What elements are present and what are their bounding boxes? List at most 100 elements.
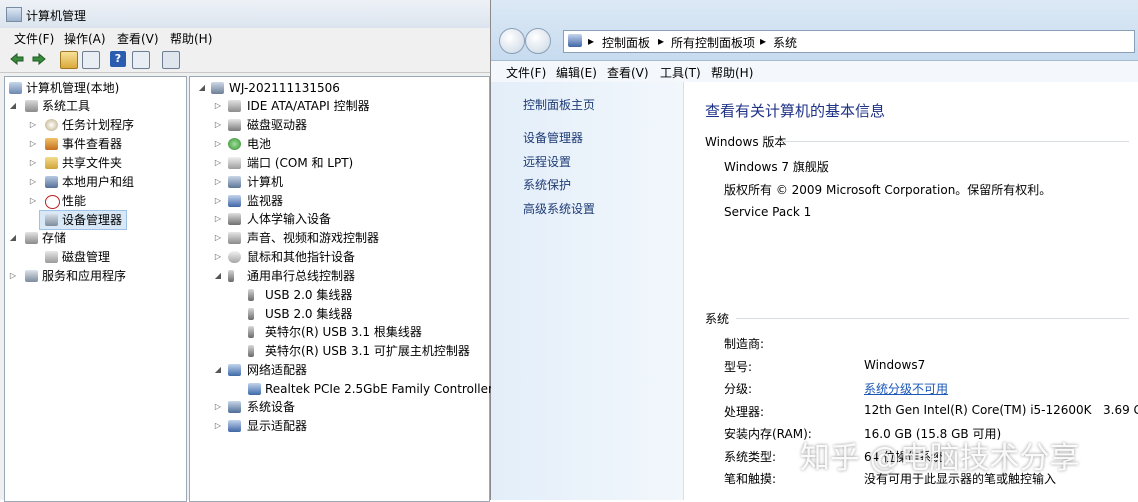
- expand-arrow-icon[interactable]: ▷: [214, 210, 222, 228]
- back-arrow-icon[interactable]: [9, 51, 25, 67]
- console-tree: 计算机管理(本地) ◢ 系统工具 ▷ 任务计划程序 ▷ 事件查看器 ▷ 共享文件…: [4, 76, 187, 502]
- toolbar: ?: [0, 47, 490, 73]
- breadcrumb-control-panel[interactable]: 控制面板: [602, 34, 650, 51]
- tree-item-computer-management[interactable]: 计算机管理(本地): [5, 79, 183, 97]
- label-system-type: 系统类型:: [724, 450, 777, 464]
- computer-icon: [228, 176, 241, 188]
- expand-arrow-icon[interactable]: ▷: [214, 417, 222, 435]
- menu-tools[interactable]: 工具(T): [660, 64, 701, 81]
- chevron-right-icon[interactable]: ▸: [760, 34, 766, 48]
- device-tree: ◢ WJ-202111131506 ▷ IDE ATA/ATAPI 控制器 ▷ 磁盘…: [189, 76, 493, 502]
- up-folder-icon[interactable]: [60, 51, 78, 69]
- chevron-right-icon[interactable]: ▸: [658, 34, 664, 48]
- breadcrumb-system[interactable]: 系统: [773, 34, 797, 51]
- expand-arrow-icon[interactable]: ▷: [214, 173, 222, 191]
- copyright-text: 版权所有 © 2009 Microsoft Corporation。保留所有权利…: [724, 183, 1052, 197]
- tree-item-services-applications[interactable]: ▷ 服务和应用程序: [5, 267, 183, 285]
- menu-file[interactable]: 文件(F): [14, 30, 54, 47]
- forward-button[interactable]: [525, 28, 551, 54]
- tree-item-disk-management[interactable]: 磁盘管理: [5, 248, 183, 266]
- link-system-protection[interactable]: 系统保护: [523, 176, 571, 193]
- device-manager-icon: [45, 214, 58, 226]
- label-rating: 分级:: [724, 382, 753, 396]
- system-window: ▸ 控制面板 ▸ 所有控制面板项 ▸ 系统 文件(F) 编辑(E) 查看(V) …: [491, 0, 1138, 500]
- label-model: 型号:: [724, 360, 753, 374]
- show-hide-tree-icon[interactable]: [82, 51, 100, 69]
- usb-icon: [228, 270, 234, 282]
- tree-item-performance[interactable]: ▷ 性能: [5, 192, 183, 210]
- expand-arrow-icon[interactable]: ▷: [214, 229, 222, 247]
- value-model: Windows7: [864, 358, 926, 372]
- network-adapter-icon: [248, 383, 261, 395]
- port-icon: [228, 157, 241, 169]
- label-processor: 处理器:: [724, 405, 765, 419]
- expand-arrow-icon[interactable]: ▷: [214, 248, 222, 266]
- collapse-arrow-icon[interactable]: ◢: [9, 229, 17, 247]
- breadcrumb-all-items[interactable]: 所有控制面板项: [671, 34, 755, 51]
- link-advanced-settings[interactable]: 高级系统设置: [523, 200, 595, 217]
- value-processor: 12th Gen Intel(R) Core(TM) i5-12600K 3.6…: [864, 403, 1138, 417]
- usb-icon: [248, 289, 254, 301]
- tree-item-device-manager[interactable]: 设备管理器: [39, 210, 127, 230]
- label-manufacturer: 制造商:: [724, 337, 765, 351]
- shared-folder-icon: [45, 157, 58, 169]
- navigation-bar: ▸ 控制面板 ▸ 所有控制面板项 ▸ 系统: [491, 0, 1138, 61]
- menu-help[interactable]: 帮助(H): [170, 30, 212, 47]
- expand-arrow-icon[interactable]: ▷: [214, 192, 222, 210]
- collapse-arrow-icon[interactable]: ◢: [214, 267, 222, 285]
- ide-controller-icon: [228, 100, 241, 112]
- menu-file[interactable]: 文件(F): [506, 64, 546, 81]
- expand-arrow-icon[interactable]: ▷: [29, 116, 37, 134]
- menu-view[interactable]: 查看(V): [607, 64, 649, 81]
- expand-arrow-icon[interactable]: ▷: [214, 154, 222, 172]
- menu-action[interactable]: 操作(A): [64, 30, 106, 47]
- expand-arrow-icon[interactable]: ▷: [9, 267, 17, 285]
- expand-arrow-icon[interactable]: ▷: [214, 135, 222, 153]
- expand-arrow-icon[interactable]: ▷: [214, 97, 222, 115]
- menu-view[interactable]: 查看(V): [117, 30, 159, 47]
- collapse-arrow-icon[interactable]: ◢: [9, 97, 17, 115]
- divider: [779, 141, 1129, 142]
- tree-item-event-viewer[interactable]: ▷ 事件查看器: [5, 135, 183, 153]
- mouse-icon: [228, 251, 241, 263]
- help-icon[interactable]: ?: [110, 51, 126, 67]
- expand-arrow-icon[interactable]: ▷: [214, 398, 222, 416]
- menu-help[interactable]: 帮助(H): [711, 64, 753, 81]
- back-button[interactable]: [499, 28, 525, 54]
- tree-item-shared-folders[interactable]: ▷ 共享文件夹: [5, 154, 183, 172]
- label-ram: 安装内存(RAM):: [724, 427, 812, 441]
- expand-arrow-icon[interactable]: ▷: [29, 135, 37, 153]
- link-device-manager[interactable]: 设备管理器: [523, 129, 583, 146]
- address-bar[interactable]: ▸ 控制面板 ▸ 所有控制面板项 ▸ 系统: [563, 30, 1135, 53]
- expand-arrow-icon[interactable]: ▷: [29, 154, 37, 172]
- tools-icon: [25, 100, 38, 112]
- collapse-arrow-icon[interactable]: ◢: [214, 361, 222, 379]
- network-adapter-icon: [228, 364, 241, 376]
- link-control-panel-home[interactable]: 控制面板主页: [523, 96, 595, 113]
- expand-arrow-icon[interactable]: ▷: [29, 173, 37, 191]
- chevron-right-icon[interactable]: ▸: [588, 34, 594, 48]
- tree-item-local-users-groups[interactable]: ▷ 本地用户和组: [5, 173, 183, 191]
- system-heading: 系统: [705, 312, 730, 326]
- properties-icon[interactable]: [132, 51, 150, 69]
- tree-item-storage[interactable]: ◢ 存储: [5, 229, 183, 247]
- tree-item-system-tools[interactable]: ◢ 系统工具: [5, 97, 183, 115]
- computer-icon: [9, 82, 22, 94]
- expand-arrow-icon[interactable]: ▷: [214, 116, 222, 134]
- storage-icon: [25, 232, 38, 244]
- usb-icon: [248, 326, 254, 338]
- forward-arrow-icon[interactable]: [31, 51, 47, 67]
- divider: [736, 318, 1129, 319]
- control-panel-icon: [568, 34, 582, 47]
- scan-hardware-icon[interactable]: [162, 51, 180, 69]
- monitor-icon: [228, 195, 241, 207]
- tree-item-task-scheduler[interactable]: ▷ 任务计划程序: [5, 116, 183, 134]
- expand-arrow-icon[interactable]: ▷: [29, 192, 37, 210]
- computer-icon: [211, 82, 224, 94]
- menu-edit[interactable]: 编辑(E): [556, 64, 597, 81]
- rating-link[interactable]: 系统分级不可用: [864, 380, 948, 397]
- page-title: 查看有关计算机的基本信息: [705, 102, 886, 120]
- link-remote-settings[interactable]: 远程设置: [523, 153, 571, 170]
- collapse-arrow-icon[interactable]: ◢: [198, 79, 206, 97]
- disk-drive-icon: [228, 119, 241, 131]
